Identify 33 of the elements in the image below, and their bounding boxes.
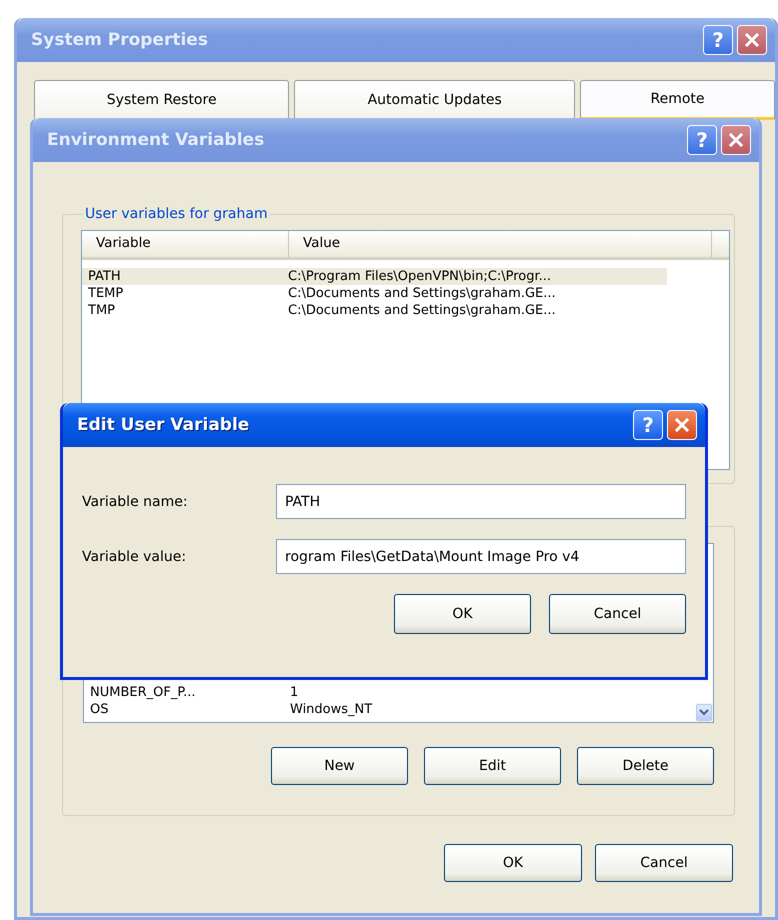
input-field[interactable]: PATH	[276, 484, 686, 519]
window-title: Environment Variables	[47, 130, 266, 150]
ok-button[interactable]: OK	[394, 594, 531, 634]
list-row[interactable]: TMP C:\Documents and Settings\graham.GE...	[82, 302, 667, 319]
input-field[interactable]: rogram Files\GetData\Mount Image Pro v4	[276, 539, 686, 574]
tab[interactable]: Remote	[580, 80, 775, 120]
tab[interactable]: Automatic Updates	[294, 80, 576, 118]
cancel-button[interactable]: Cancel	[595, 844, 733, 882]
list-row[interactable]: TEMP C:\Documents and Settings\graham.GE...	[82, 285, 667, 302]
column-header[interactable]: Value	[289, 231, 712, 257]
list-row[interactable]: NUMBER_OF_P... 1	[84, 684, 669, 701]
close-button[interactable]	[737, 25, 767, 55]
window-title: System Properties	[31, 30, 209, 50]
field-label: Variable value:	[82, 548, 188, 564]
window-title: Edit User Variable	[77, 415, 250, 435]
field-label: Variable name:	[82, 494, 189, 510]
close-button[interactable]	[667, 410, 697, 440]
tab[interactable]: System Restore	[34, 80, 290, 118]
scroll-down-button[interactable]	[696, 704, 712, 721]
close-button[interactable]	[721, 125, 751, 155]
help-button[interactable]: ?	[633, 410, 663, 440]
close-icon	[674, 417, 690, 433]
close-icon	[744, 32, 760, 48]
close-icon	[728, 132, 744, 148]
ok-button[interactable]: OK	[444, 844, 582, 882]
edit-button[interactable]: Edit	[424, 747, 561, 785]
new-button[interactable]: New	[271, 747, 408, 785]
list-row[interactable]: OS Windows_NT	[84, 701, 669, 718]
column-header[interactable]: Variable	[82, 231, 289, 257]
cancel-button[interactable]: Cancel	[549, 594, 686, 634]
group-label: User variables for graham	[84, 206, 269, 222]
delete-button[interactable]: Delete	[577, 747, 714, 785]
list-row[interactable]: PATH C:\Program Files\OpenVPN\bin;C:\Progr...	[82, 268, 667, 285]
